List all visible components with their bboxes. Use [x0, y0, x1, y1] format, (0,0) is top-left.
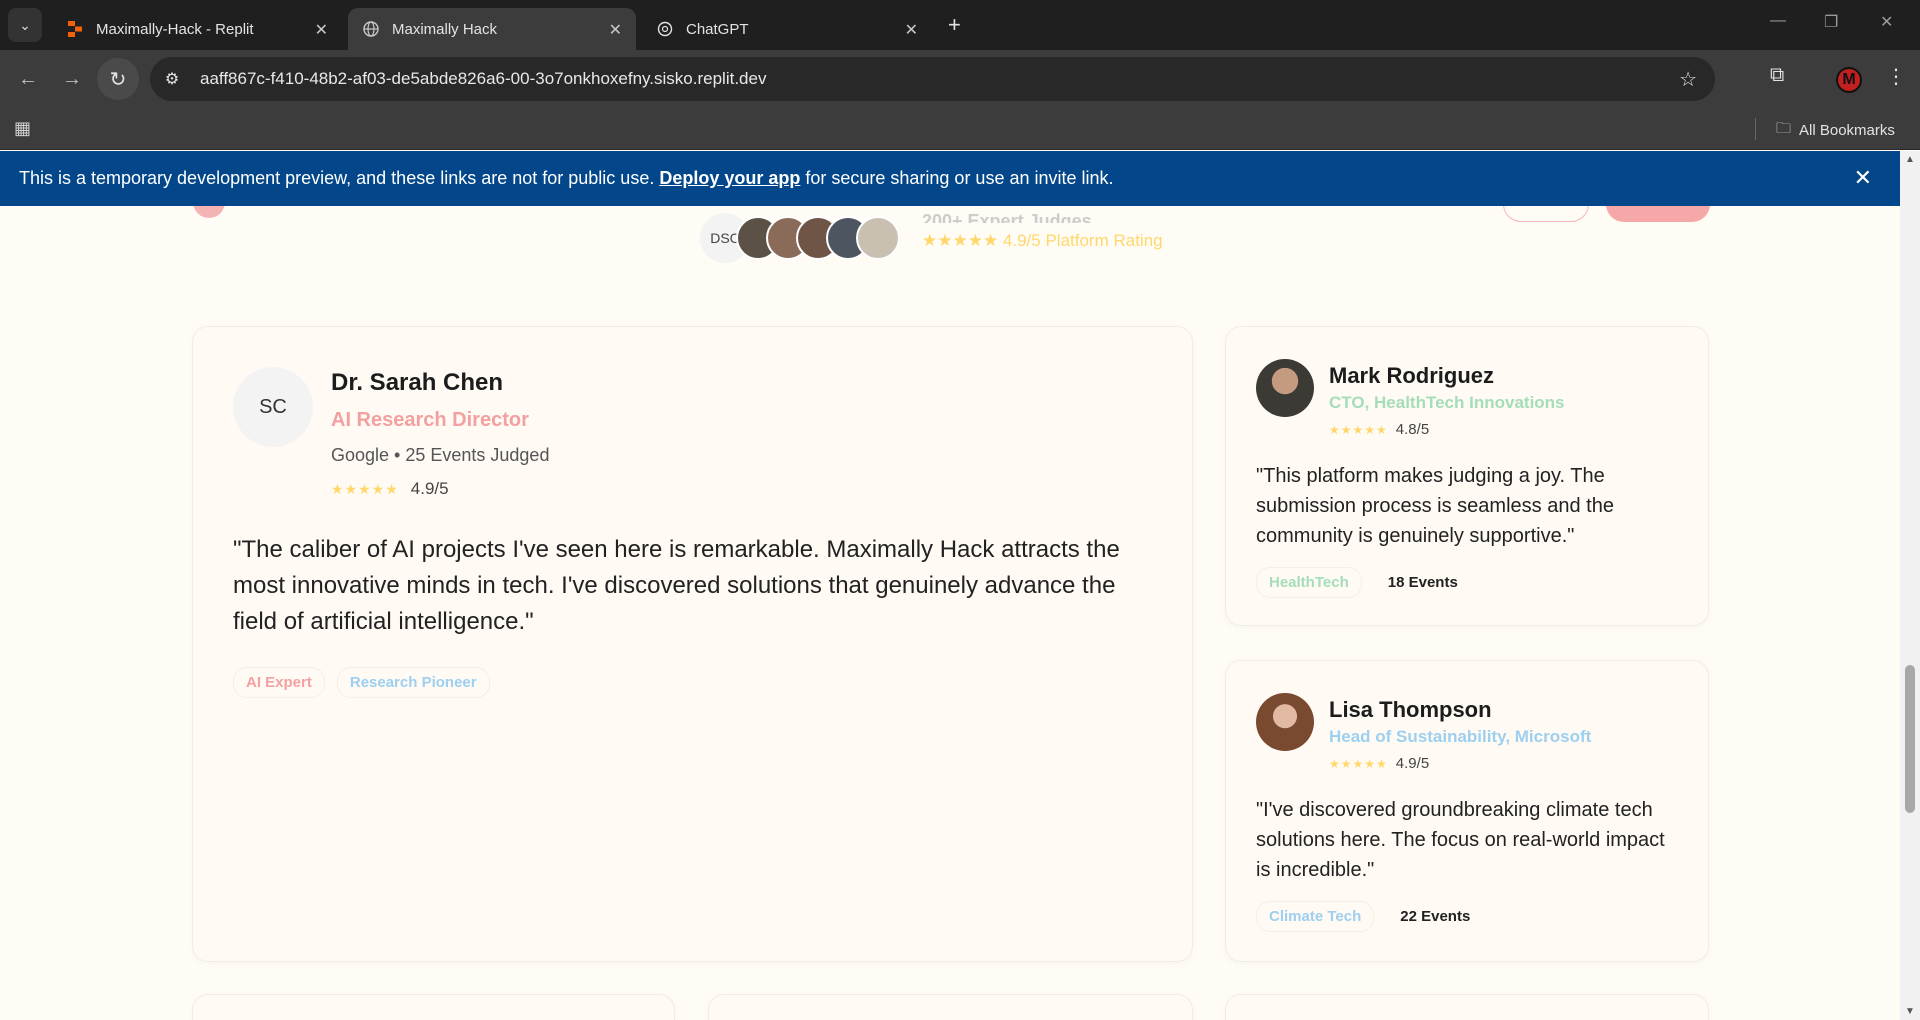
judge-meta: Google • 25 Events Judged	[331, 445, 550, 465]
platform-rating: ★★★★★ 4.9/5 Platform Rating	[922, 231, 1163, 250]
avatar	[856, 216, 900, 260]
testimonial-quote: "I've discovered groundbreaking climate …	[1256, 799, 1665, 881]
tab-chatgpt[interactable]: ChatGPT ✕	[642, 8, 932, 50]
page-scrollbar[interactable]: ▲ ▼	[1900, 151, 1920, 1020]
judge-rating: ★★★★★ 4.9/5	[1329, 755, 1429, 772]
tag-list: HealthTech 18 Events	[1256, 567, 1470, 598]
browser-toolbar: ← → ↻ ⚙ aaff867c-f410-48b2-af03-de5abde8…	[0, 50, 1920, 108]
nav-button[interactable]	[1503, 206, 1589, 222]
tab-maximally-hack[interactable]: Maximally Hack ✕	[348, 8, 636, 50]
profile-avatar[interactable]: M	[1836, 67, 1862, 93]
reload-icon[interactable]: ↻	[97, 58, 139, 100]
events-count: 22 Events	[1400, 908, 1471, 925]
testimonial-card	[1225, 994, 1709, 1020]
banner-text: This is a temporary development preview,…	[19, 168, 655, 188]
dev-preview-banner: This is a temporary development preview,…	[0, 151, 1900, 206]
address-bar[interactable]: ⚙ aaff867c-f410-48b2-af03-de5abde826a6-0…	[150, 57, 1715, 101]
rating-value: 4.8/5	[1395, 421, 1430, 438]
star-rating-icon: ★★★★★	[1329, 422, 1388, 437]
all-bookmarks-button[interactable]: 🗀 All Bookmarks	[1776, 118, 1895, 143]
testimonial-card: Lisa Thompson Head of Sustainability, Mi…	[1225, 660, 1709, 962]
folder-icon: 🗀	[1776, 120, 1792, 137]
tag: Research Pioneer	[336, 667, 490, 698]
tab-label: Maximally Hack	[392, 20, 498, 38]
scrollbar-thumb[interactable]	[1905, 665, 1915, 813]
more-menu-icon[interactable]: ⋮	[1886, 64, 1906, 89]
judge-name: Dr. Sarah Chen	[331, 369, 504, 396]
scroll-up-icon[interactable]: ▲	[1905, 154, 1915, 165]
scroll-down-icon[interactable]: ▼	[1905, 1006, 1915, 1017]
banner-text-after: for secure sharing or use an invite link…	[805, 168, 1114, 188]
chatgpt-icon	[656, 20, 674, 38]
replit-icon	[66, 20, 84, 38]
avatar	[1256, 359, 1314, 417]
close-tab-icon[interactable]: ✕	[905, 20, 918, 40]
tab-label: Maximally-Hack - Replit	[96, 20, 254, 38]
testimonial-quote: "This platform makes judging a joy. The …	[1256, 465, 1614, 547]
testimonial-card: Mark Rodriguez CTO, HealthTech Innovatio…	[1225, 326, 1709, 626]
new-tab-icon[interactable]: +	[948, 12, 961, 38]
tag: HealthTech	[1256, 567, 1362, 598]
avatar: SC	[233, 367, 313, 447]
bookmarks-bar: ▦ 🗀 All Bookmarks	[0, 108, 1920, 150]
tag-list: Climate Tech 22 Events	[1256, 901, 1482, 932]
url-text[interactable]: aaff867c-f410-48b2-af03-de5abde826a6-00-…	[200, 69, 766, 89]
tag: AI Expert	[233, 667, 325, 698]
restore-icon[interactable]: ❐	[1824, 12, 1838, 32]
logo-icon	[193, 206, 225, 218]
judges-summary: DSC 200+ Expert Judges ★★★★★ 4.9/5 Platf…	[700, 211, 1163, 264]
tag-list: AI Expert Research Pioneer	[233, 667, 490, 698]
rating-value: 4.9/5	[1395, 755, 1430, 772]
tab-label: ChatGPT	[686, 20, 749, 38]
tab-replit[interactable]: Maximally-Hack - Replit ✕	[52, 8, 342, 50]
minimize-icon[interactable]: —	[1770, 12, 1786, 30]
extensions-icon[interactable]: ⧉	[1770, 64, 1784, 87]
chevron-down-icon: ⌄	[19, 16, 31, 33]
close-banner-icon[interactable]: ✕	[1854, 165, 1872, 191]
judge-rating: ★★★★★ 4.8/5	[1329, 421, 1429, 438]
judge-rating: ★★★★★ 4.9/5	[331, 479, 449, 499]
bookmark-star-icon[interactable]: ☆	[1679, 67, 1697, 92]
all-bookmarks-label: All Bookmarks	[1799, 122, 1895, 139]
judge-name: Mark Rodriguez	[1329, 363, 1495, 388]
divider	[1755, 118, 1756, 140]
judge-role: CTO, HealthTech Innovations	[1329, 393, 1565, 412]
tag: Climate Tech	[1256, 901, 1375, 932]
testimonial-card	[708, 994, 1193, 1020]
judge-role: Head of Sustainability, Microsoft	[1329, 727, 1592, 746]
testimonial-quote: "The caliber of AI projects I've seen he…	[233, 536, 1120, 635]
apps-grid-icon[interactable]: ▦	[14, 118, 31, 139]
avatar	[1256, 693, 1314, 751]
tab-search-button[interactable]: ⌄	[8, 8, 42, 42]
testimonial-card	[192, 994, 675, 1020]
judges-heading: 200+ Expert Judges	[922, 211, 1092, 223]
star-rating-icon: ★★★★★	[1329, 756, 1388, 771]
nav-cta-button[interactable]	[1606, 206, 1710, 222]
close-tab-icon[interactable]: ✕	[315, 20, 328, 40]
judge-name: Lisa Thompson	[1329, 697, 1492, 722]
close-tab-icon[interactable]: ✕	[609, 20, 622, 40]
judge-role: AI Research Director	[331, 409, 529, 431]
forward-arrow-icon[interactable]: →	[57, 64, 87, 94]
browser-tab-strip: ⌄ Maximally-Hack - Replit ✕ Maximally Ha…	[0, 0, 1920, 50]
back-arrow-icon[interactable]: ←	[13, 64, 43, 94]
page-content: DSC 200+ Expert Judges ★★★★★ 4.9/5 Platf…	[0, 206, 1900, 1020]
globe-icon	[362, 20, 380, 38]
events-count: 18 Events	[1387, 574, 1458, 591]
rating-value: 4.9/5	[410, 479, 449, 498]
star-rating-icon: ★★★★★	[331, 480, 399, 497]
close-window-icon[interactable]: ✕	[1880, 12, 1893, 32]
deploy-app-link[interactable]: Deploy your app	[659, 168, 800, 189]
site-settings-icon[interactable]: ⚙	[150, 69, 194, 89]
featured-testimonial-card: SC Dr. Sarah Chen AI Research Director G…	[192, 326, 1193, 962]
